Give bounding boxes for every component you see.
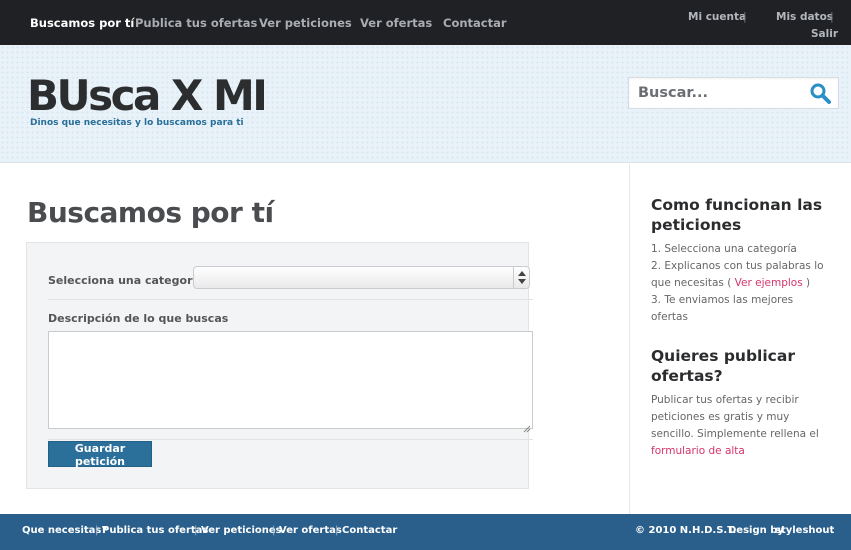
step-3-line1: 3. Te enviamos las mejores [651, 294, 794, 306]
nav-item-ofertas[interactable]: Ver ofertas [360, 16, 432, 30]
footer-link-publica[interactable]: Publica tus ofertas [102, 525, 208, 536]
select-arrows-icon [513, 267, 529, 288]
top-nav: Buscamos por tí Publica tus ofertas Ver … [0, 0, 851, 45]
step-2-text: que necesitas ( [651, 277, 732, 289]
publish-offers-heading-line2: ofertas? [651, 367, 723, 385]
nav-item-contactar[interactable]: Contactar [443, 16, 507, 30]
footer-link-contactar[interactable]: Contactar [342, 525, 397, 536]
step-3-line2: ofertas [651, 311, 688, 323]
my-data-link[interactable]: Mis datos [776, 11, 833, 23]
nav-item-publica[interactable]: Publica tus ofertas [135, 16, 257, 30]
search-box [628, 77, 839, 109]
nav-item-peticiones[interactable]: Ver peticiones [259, 16, 352, 30]
resize-grip-icon[interactable] [522, 418, 531, 433]
search-icon[interactable] [809, 82, 833, 106]
description-label: Descripción de lo que buscas [48, 312, 229, 325]
sidebar-divider [629, 164, 630, 514]
publish-offers-heading-line1: Quieres publicar [651, 347, 795, 365]
category-select[interactable] [193, 266, 530, 289]
footer-link-peticiones[interactable]: Ver peticiones [201, 525, 282, 536]
footer-link-ofertas[interactable]: Ver ofertas [279, 525, 342, 536]
search-input[interactable] [629, 78, 804, 108]
signup-form-link[interactable]: formulario de alta [651, 445, 745, 457]
site-logo[interactable]: BUsca X MI [27, 71, 268, 120]
nav-item-buscamos[interactable]: Buscamos por tí [30, 16, 134, 30]
site-header: BUsca X MI Dinos que necesitas y lo busc… [0, 45, 851, 163]
publish-text-line2: peticiones es gratis y muy [651, 411, 790, 423]
account-separator: | [830, 10, 834, 23]
request-form: Selecciona una categoría Descripción de … [26, 242, 533, 489]
footer-separator: | [194, 525, 198, 536]
description-textarea[interactable] [48, 331, 533, 429]
footer-separator: | [95, 525, 99, 536]
category-label: Selecciona una categoría [48, 274, 204, 287]
step-2-line1: 2. Explicanos con tus palabras lo [651, 260, 824, 272]
account-separator: | [743, 10, 747, 23]
logout-link[interactable]: Salir [811, 28, 838, 40]
save-request-button[interactable]: Guardar petición [48, 441, 152, 468]
footer-copyright: © 2010 N.H.D.S.T. [635, 525, 737, 536]
publish-text-line3: sencillo. Simplemente rellena el [651, 428, 819, 440]
form-divider [48, 439, 533, 440]
step-2-line2: que necesitas ( Ver ejemplos ) [651, 277, 810, 289]
see-examples-link[interactable]: Ver ejemplos [735, 277, 803, 289]
how-it-works-heading-line1: Como funcionan las [651, 196, 823, 214]
site-footer: Que necesitas? | Publica tus ofertas | V… [0, 514, 851, 550]
site-tagline: Dinos que necesitas y lo buscamos para t… [30, 118, 244, 128]
footer-separator: | [272, 525, 276, 536]
footer-separator: | [335, 525, 339, 536]
publish-offers-heading: Quieres publicar ofertas? [651, 346, 831, 386]
how-it-works-heading: Como funcionan las peticiones [651, 195, 831, 235]
my-account-link[interactable]: Mi cuenta [688, 11, 746, 23]
step-2-close: ) [806, 277, 811, 289]
step-1: 1. Selecciona una categoría [651, 243, 797, 255]
form-divider [48, 299, 533, 300]
page-title: Buscamos por tí [27, 196, 274, 229]
publish-text-line1: Publicar tus ofertas y recibir [651, 394, 799, 406]
footer-designer-link[interactable]: styleshout [775, 525, 834, 536]
how-it-works-heading-line2: peticiones [651, 216, 742, 234]
